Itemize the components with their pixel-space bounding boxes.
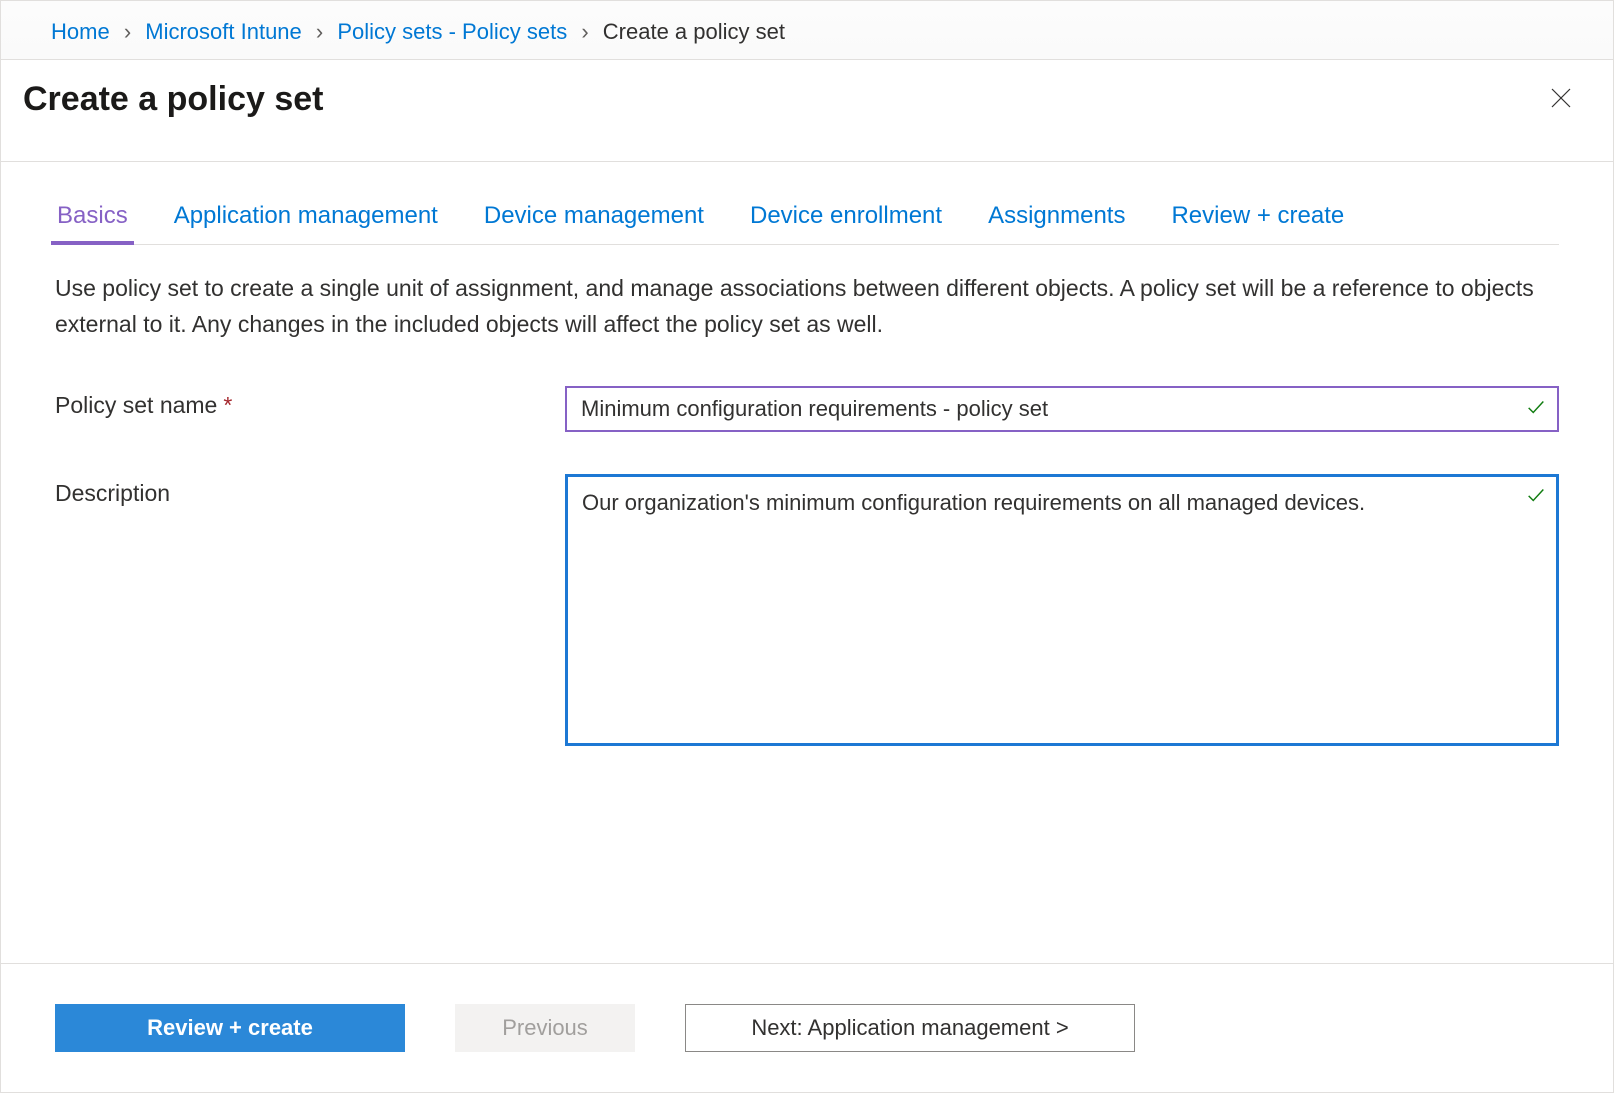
- tabs-bar: Basics Application management Device man…: [55, 192, 1559, 245]
- breadcrumb-policy-sets[interactable]: Policy sets - Policy sets: [337, 19, 567, 44]
- tab-device-enrollment[interactable]: Device enrollment: [748, 192, 944, 244]
- wizard-footer: Review + create Previous Next: Applicati…: [1, 963, 1613, 1092]
- required-asterisk: *: [223, 392, 232, 418]
- next-button[interactable]: Next: Application management >: [685, 1004, 1135, 1052]
- tab-application-management[interactable]: Application management: [172, 192, 440, 244]
- tab-basics[interactable]: Basics: [55, 192, 130, 244]
- tab-assignments[interactable]: Assignments: [986, 192, 1127, 244]
- description-label: Description: [55, 474, 565, 507]
- tab-device-management[interactable]: Device management: [482, 192, 706, 244]
- intro-paragraph: Use policy set to create a single unit o…: [55, 271, 1535, 342]
- description-textarea[interactable]: [565, 474, 1559, 746]
- breadcrumb-intune[interactable]: Microsoft Intune: [145, 19, 302, 44]
- tab-review-create[interactable]: Review + create: [1169, 192, 1346, 244]
- chevron-right-icon: ›: [316, 19, 323, 45]
- previous-button: Previous: [455, 1004, 635, 1052]
- page-title: Create a policy set: [23, 80, 323, 119]
- close-icon: [1549, 86, 1573, 110]
- close-button[interactable]: [1543, 80, 1579, 116]
- review-create-button[interactable]: Review + create: [55, 1004, 405, 1052]
- chevron-right-icon: ›: [581, 19, 588, 45]
- breadcrumb-home[interactable]: Home: [51, 19, 110, 44]
- chevron-right-icon: ›: [124, 19, 131, 45]
- policy-set-name-label: Policy set name*: [55, 386, 565, 419]
- breadcrumb-current: Create a policy set: [603, 19, 785, 44]
- breadcrumb: Home › Microsoft Intune › Policy sets - …: [1, 1, 1613, 60]
- policy-set-name-input[interactable]: [565, 386, 1559, 432]
